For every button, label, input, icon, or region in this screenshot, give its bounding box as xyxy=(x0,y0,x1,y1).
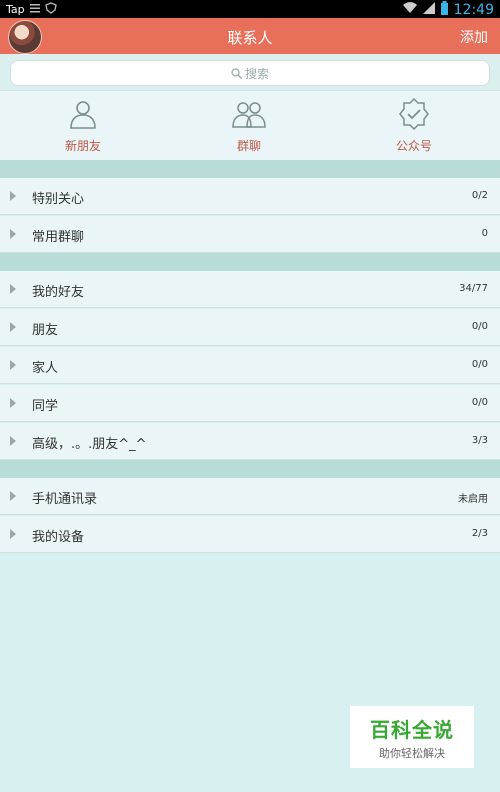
group-family[interactable]: 家人 0/0 xyxy=(0,347,500,384)
group-classmates[interactable]: 同学 0/0 xyxy=(0,385,500,422)
group-count: 2/3 xyxy=(471,528,488,539)
app-header: 联系人 添加 xyxy=(0,18,500,54)
group-count: 0 xyxy=(481,228,488,239)
section-divider xyxy=(0,460,500,478)
page-title: 联系人 xyxy=(227,29,273,47)
group-label: 我的好友 xyxy=(32,285,85,300)
person-icon xyxy=(66,101,100,135)
group-label: 手机通讯录 xyxy=(32,492,98,507)
official-accounts-entry[interactable]: 公众号 xyxy=(364,97,464,154)
group-chat-entry[interactable]: 群聊 xyxy=(199,97,299,154)
search-input[interactable]: 搜索 xyxy=(10,60,490,86)
group-my-devices[interactable]: 我的设备 2/3 xyxy=(0,516,500,553)
search-placeholder: 搜索 xyxy=(244,67,269,81)
expand-arrow-icon xyxy=(10,284,16,294)
group-label: 高级，.。.朋友^_^ xyxy=(32,437,147,452)
watermark-subtitle: 助你轻松解决 xyxy=(379,747,445,760)
group-count: 0/0 xyxy=(471,359,488,370)
group-label: 朋友 xyxy=(32,323,59,338)
search-icon xyxy=(231,67,242,82)
group-count: 0/2 xyxy=(471,190,488,201)
group-icon xyxy=(231,102,267,135)
menu-icon xyxy=(29,3,40,16)
group-chat-label: 群聊 xyxy=(236,139,261,153)
group-count: 34/77 xyxy=(459,283,488,294)
watermark: 百科全说 助你轻松解决 xyxy=(350,706,474,768)
group-count: 0/0 xyxy=(471,321,488,332)
group-label: 家人 xyxy=(32,361,59,376)
group-phone-contacts[interactable]: 手机通讯录 未启用 xyxy=(0,478,500,515)
status-time: 12:49 xyxy=(453,1,494,18)
expand-arrow-icon xyxy=(10,436,16,446)
expand-arrow-icon xyxy=(10,229,16,239)
status-bar: Tap 12:49 xyxy=(0,0,500,18)
expand-arrow-icon xyxy=(10,322,16,332)
expand-arrow-icon xyxy=(10,529,16,539)
group-frequent-chats[interactable]: 常用群聊 0 xyxy=(0,216,500,253)
section-divider xyxy=(0,253,500,271)
group-count: 未启用 xyxy=(458,494,488,505)
quick-entries: 新朋友 群聊 公众号 xyxy=(0,90,500,161)
group-advanced-friends[interactable]: 高级，.。.朋友^_^ 3/3 xyxy=(0,423,500,460)
group-my-friends[interactable]: 我的好友 34/77 xyxy=(0,271,500,308)
official-accounts-label: 公众号 xyxy=(395,139,432,153)
official-account-icon xyxy=(397,97,431,135)
group-label: 常用群聊 xyxy=(32,230,85,245)
shield-notification-icon xyxy=(44,2,57,17)
expand-arrow-icon xyxy=(10,360,16,370)
group-special-care[interactable]: 特别关心 0/2 xyxy=(0,178,500,215)
group-count: 0/0 xyxy=(471,397,488,408)
group-friends[interactable]: 朋友 0/0 xyxy=(0,309,500,346)
group-count: 3/3 xyxy=(471,435,488,446)
section-divider xyxy=(0,160,500,178)
carrier-label: Tap xyxy=(6,3,25,16)
expand-arrow-icon xyxy=(10,191,16,201)
group-label: 同学 xyxy=(32,399,59,414)
add-button[interactable]: 添加 xyxy=(460,27,488,47)
expand-arrow-icon xyxy=(10,398,16,408)
wifi-icon xyxy=(402,2,417,17)
battery-icon xyxy=(440,1,448,18)
group-label: 我的设备 xyxy=(32,530,85,545)
watermark-title: 百科全说 xyxy=(370,718,454,742)
new-friends-label: 新朋友 xyxy=(64,139,101,153)
group-label: 特别关心 xyxy=(32,192,85,207)
search-area: 搜索 xyxy=(0,54,500,90)
new-friends-entry[interactable]: 新朋友 xyxy=(33,97,133,154)
signal-icon xyxy=(422,2,435,17)
expand-arrow-icon xyxy=(10,491,16,501)
